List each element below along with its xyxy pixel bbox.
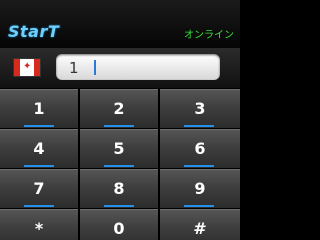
key-label: 0: [113, 219, 125, 238]
key-4[interactable]: 4: [0, 129, 78, 168]
key-hash[interactable]: #: [160, 209, 240, 240]
key-label: #: [193, 219, 207, 238]
key-underline: [184, 165, 214, 167]
key-label: 6: [194, 139, 206, 158]
key-9[interactable]: 9: [160, 169, 240, 208]
top-bar: StarT オンライン: [0, 0, 240, 48]
key-underline: [24, 205, 54, 207]
key-star[interactable]: *: [0, 209, 78, 240]
flag-band-left: [14, 59, 20, 76]
number-entry-row: ✦ 1: [0, 48, 240, 88]
key-label: 3: [194, 99, 206, 118]
online-status: オンライン: [184, 30, 234, 41]
key-1[interactable]: 1: [0, 89, 78, 128]
key-underline: [104, 205, 134, 207]
key-underline: [104, 165, 134, 167]
key-underline: [24, 165, 54, 167]
canada-flag-icon[interactable]: ✦: [14, 59, 40, 76]
key-0[interactable]: 0: [80, 209, 158, 240]
key-8[interactable]: 8: [80, 169, 158, 208]
key-label: 2: [113, 99, 125, 118]
key-underline: [184, 125, 214, 127]
key-label: 5: [113, 139, 125, 158]
key-label: 1: [33, 99, 45, 118]
key-label: *: [34, 219, 44, 238]
key-label: 9: [194, 179, 206, 198]
key-underline: [24, 125, 54, 127]
key-3[interactable]: 3: [160, 89, 240, 128]
dialer-screen: StarT オンライン ✦ 1 1 2 3 4 5 6 7 8 9 * 0 #: [0, 0, 240, 240]
key-6[interactable]: 6: [160, 129, 240, 168]
key-underline: [184, 205, 214, 207]
text-cursor: [94, 60, 96, 75]
key-2[interactable]: 2: [80, 89, 158, 128]
flag-band-right: [34, 59, 40, 76]
dial-keypad: 1 2 3 4 5 6 7 8 9 * 0 #: [0, 88, 240, 240]
maple-leaf-icon: ✦: [23, 61, 32, 72]
app-logo: StarT: [8, 22, 60, 41]
key-label: 8: [113, 179, 125, 198]
phone-number-value: 1: [69, 59, 79, 77]
phone-number-input[interactable]: 1: [56, 54, 220, 80]
key-7[interactable]: 7: [0, 169, 78, 208]
key-label: 7: [33, 179, 45, 198]
key-underline: [104, 125, 134, 127]
key-5[interactable]: 5: [80, 129, 158, 168]
key-label: 4: [33, 139, 45, 158]
